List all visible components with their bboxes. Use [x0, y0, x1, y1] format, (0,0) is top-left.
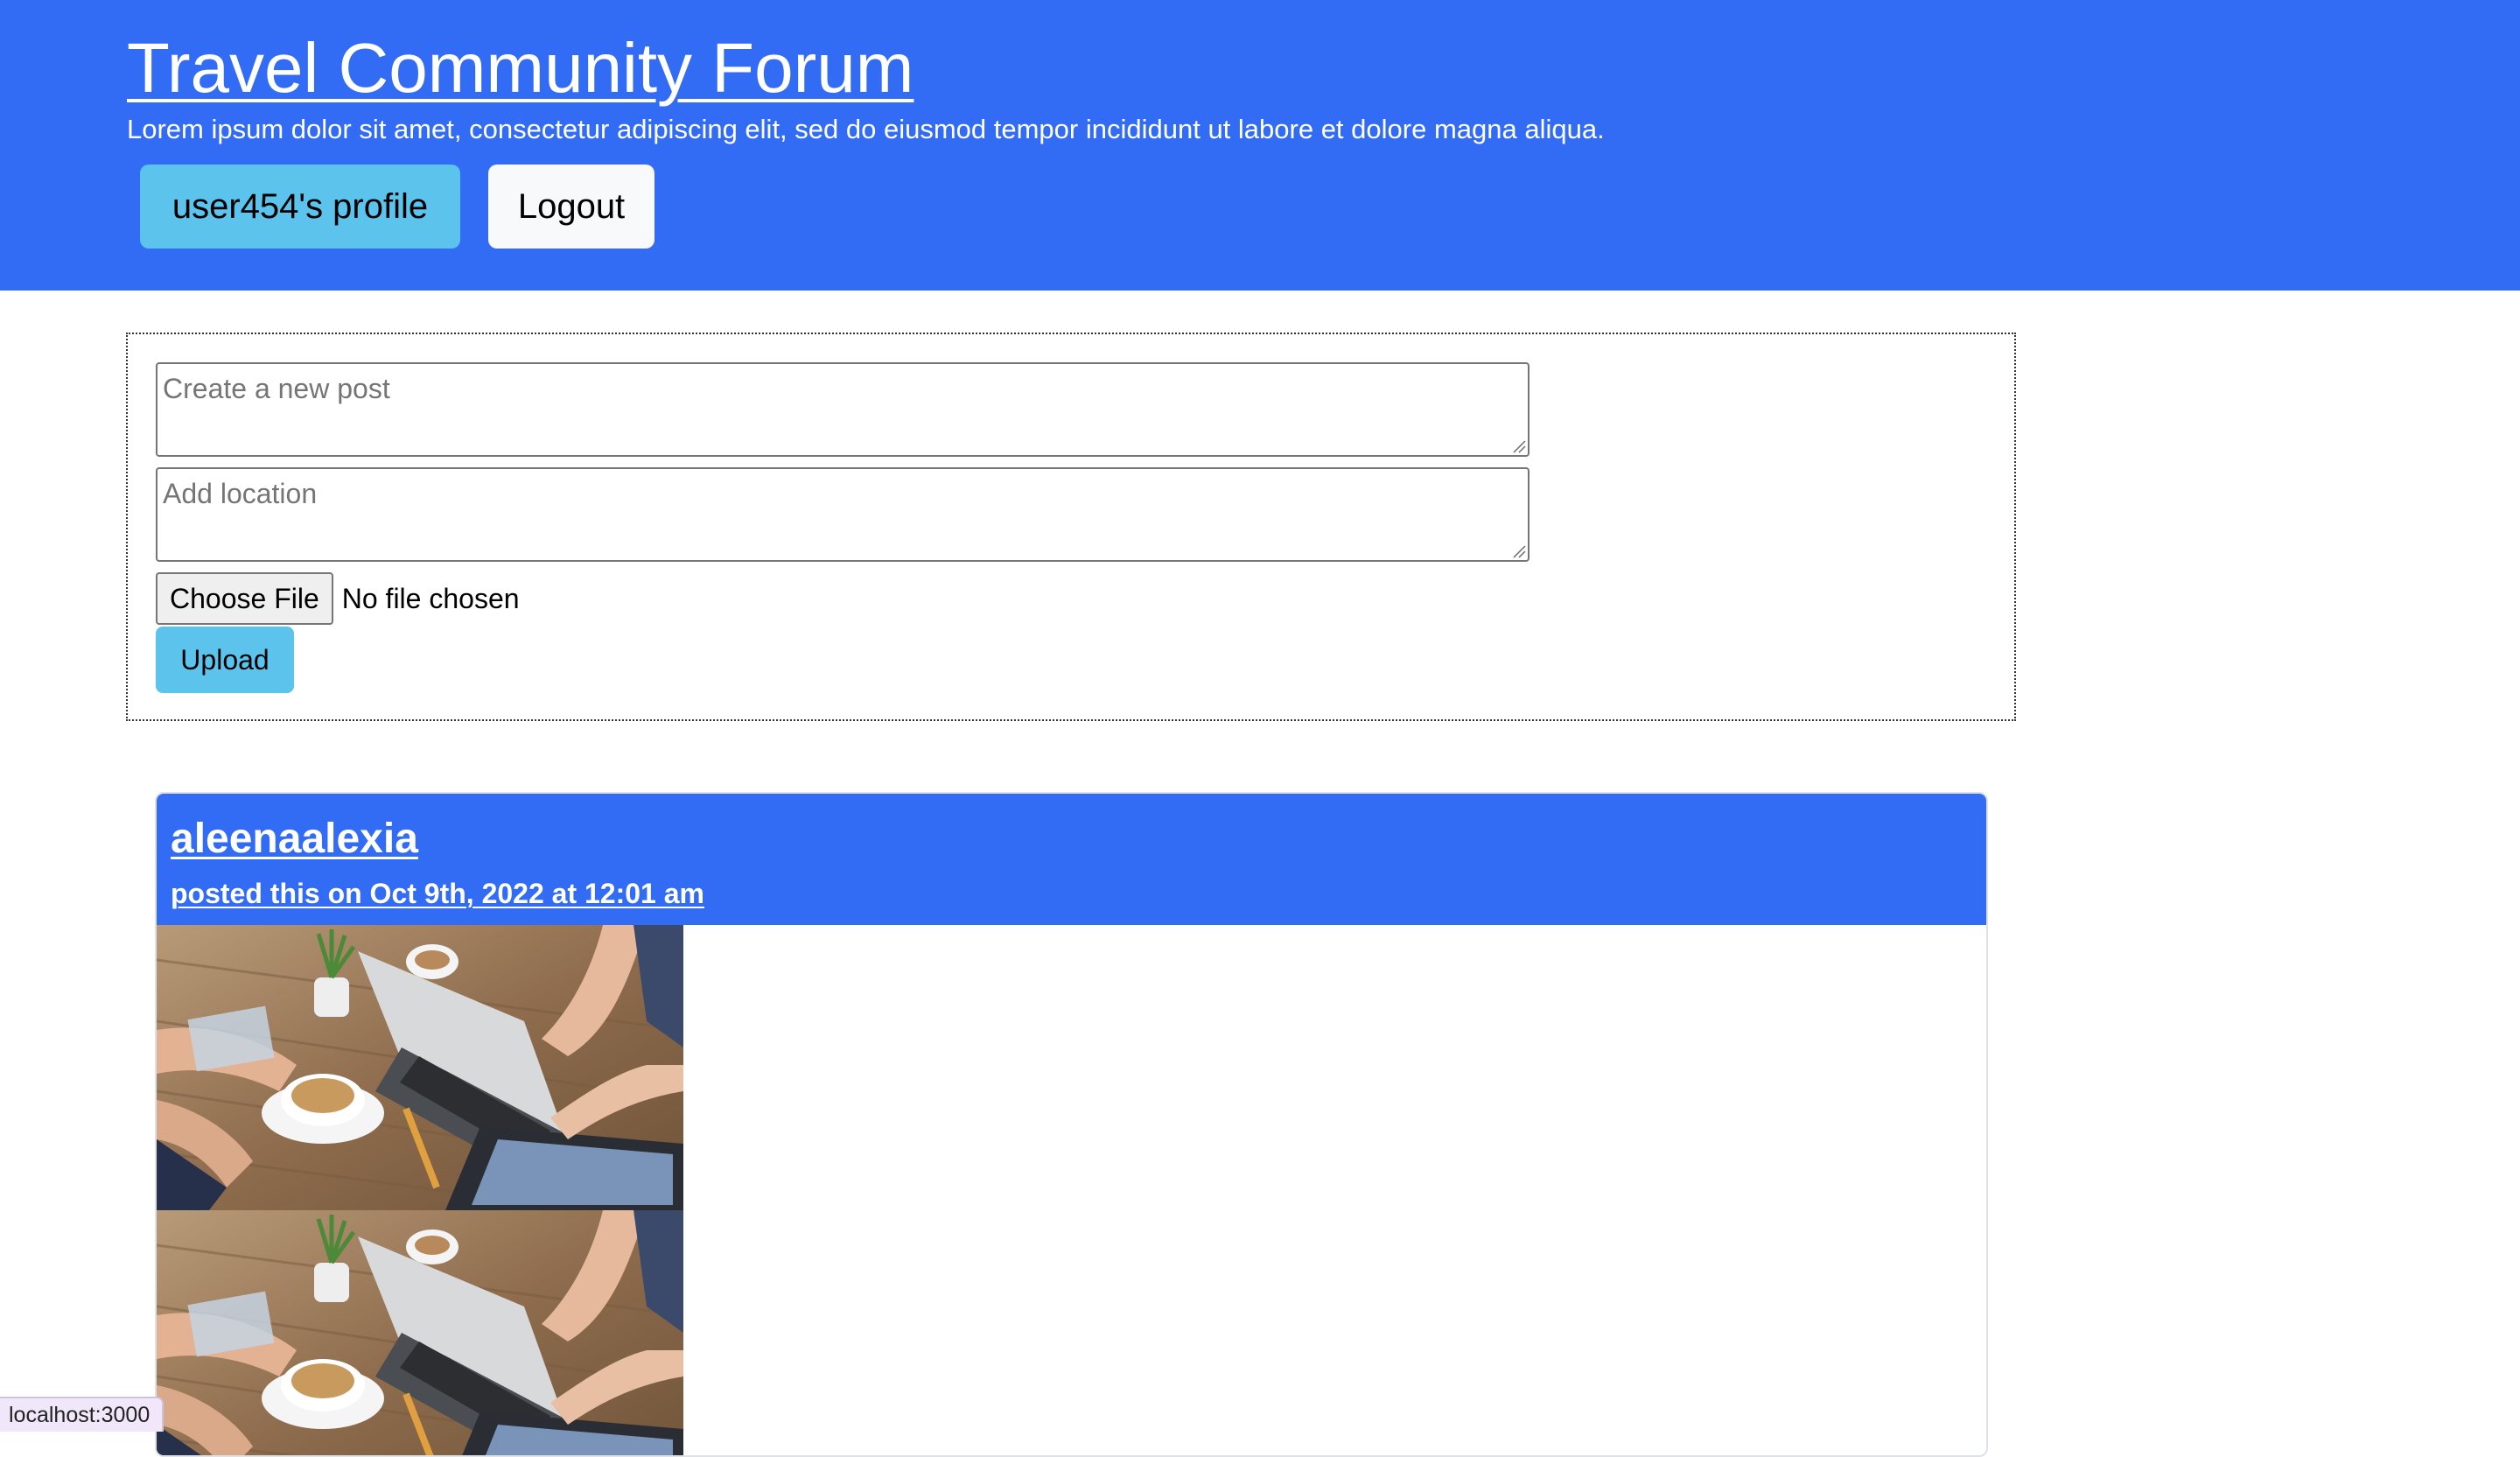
resize-grip-icon[interactable]: [1512, 544, 1526, 558]
coworking-photo-icon: [157, 1210, 683, 1455]
resize-grip-icon[interactable]: [1512, 439, 1526, 453]
coworking-photo-icon: [157, 925, 683, 1210]
site-subtitle: Lorem ipsum dolor sit amet, consectetur …: [127, 114, 1605, 144]
status-bar-url: localhost:3000: [0, 1397, 164, 1432]
file-input: Choose File No file chosen: [156, 572, 520, 625]
new-post-form: Create a new post Add location Choose Fi…: [126, 333, 2016, 721]
new-post-textarea[interactable]: Create a new post: [156, 362, 1530, 457]
post-author-link[interactable]: aleenaalexia: [171, 813, 418, 865]
location-textarea[interactable]: Add location: [156, 467, 1530, 562]
post-image: [157, 1210, 683, 1455]
post-card-header: aleenaalexia posted this on Oct 9th, 202…: [157, 794, 1986, 925]
logout-button[interactable]: Logout: [488, 165, 654, 249]
post-image: [157, 925, 683, 1210]
site-title-link[interactable]: Travel Community Forum: [127, 23, 914, 114]
file-status-text: No file chosen: [341, 582, 520, 614]
post-date-link[interactable]: posted this on Oct 9th, 2022 at 12:01 am: [171, 874, 704, 913]
post-card: aleenaalexia posted this on Oct 9th, 202…: [155, 792, 1988, 1457]
choose-file-button[interactable]: Choose File: [156, 572, 333, 625]
profile-button[interactable]: user454's profile: [140, 165, 460, 249]
site-header: Travel Community Forum Lorem ipsum dolor…: [0, 0, 2520, 291]
upload-button[interactable]: Upload: [156, 627, 294, 693]
